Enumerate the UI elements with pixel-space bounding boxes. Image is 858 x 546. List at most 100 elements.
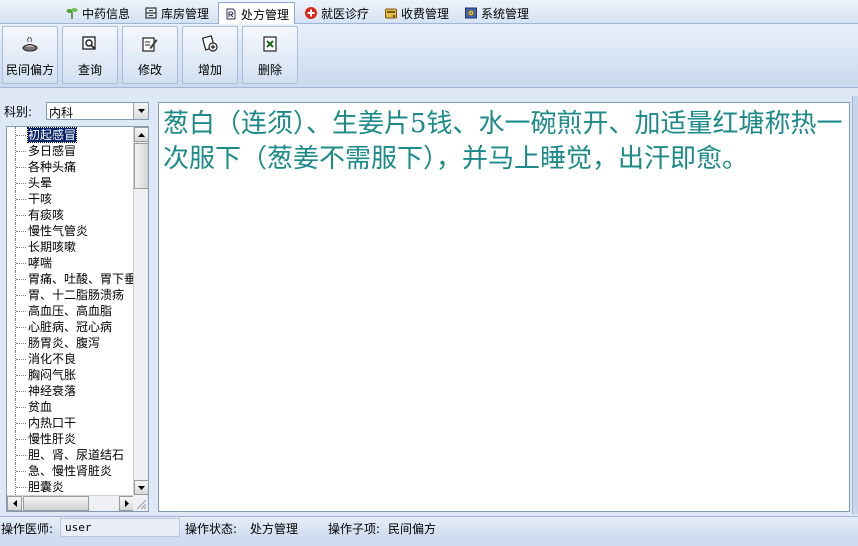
tree-item-label: 慢性气管炎 (28, 224, 89, 238)
tree-item[interactable]: 肠胃炎、腹泻 (7, 335, 134, 351)
warehouse-icon (145, 7, 157, 19)
toolbar: 民间偏方 查询 修改 增加 删除 (0, 24, 858, 88)
tab-label: 库房管理 (161, 6, 210, 21)
tree-item[interactable]: 内热口干 (7, 415, 134, 431)
tree-item-label: 急、慢性肾脏炎 (28, 464, 113, 478)
category-tree: 初起感冒 多日感冒各种头痛头晕干咳有痰咳慢性气管炎长期咳嗽 哮喘 胃痛、吐酸、胃下垂胃… (6, 126, 149, 512)
tab-warehouse[interactable]: 库房管理 (139, 2, 214, 24)
state-value: 处方管理 (250, 522, 299, 536)
vertical-scroll-thumb[interactable] (134, 143, 148, 189)
button-label: 删除 (257, 63, 282, 77)
button-label: 修改 (137, 63, 162, 77)
edit-icon (142, 37, 158, 52)
category-row: 科别: 内科 (4, 102, 150, 120)
scroll-left-button[interactable] (7, 496, 22, 511)
prescription-content[interactable]: 葱白（连须）、生姜片5钱、水一碗煎开、加适量红塘称热一次服下（葱姜不需服下），并… (158, 102, 850, 512)
tree-item[interactable]: 有痰咳 (7, 207, 134, 223)
tree-item[interactable]: 贫血 (7, 399, 134, 415)
menu-bar: 中药信息 库房管理 处方管理 就医诊疗 收费管理 系统管理 (0, 0, 858, 25)
button-label: 增加 (197, 63, 222, 77)
dropdown-button[interactable] (133, 103, 148, 119)
tree-item-label: 干咳 (28, 192, 53, 206)
tab-herb-info[interactable]: 中药信息 (60, 2, 135, 24)
subitem-value: 民间偏方 (388, 522, 437, 536)
tree-item-label: 心脏病、冠心病 (28, 320, 113, 334)
tab-label: 处方管理 (241, 7, 290, 22)
tab-label: 收费管理 (401, 6, 450, 21)
search-icon (82, 36, 96, 50)
folk-remedy-button[interactable]: 民间偏方 (2, 26, 58, 84)
arrow-left-icon (12, 500, 17, 507)
delete-button[interactable]: 删除 (242, 26, 298, 84)
tree-item-label: 有痰咳 (28, 208, 65, 222)
tree-list: 初起感冒 多日感冒各种头痛头晕干咳有痰咳慢性气管炎长期咳嗽 哮喘 胃痛、吐酸、胃下垂胃… (7, 127, 134, 495)
doctor-value: user (65, 521, 92, 534)
prescription-icon (226, 8, 236, 20)
tree-item-label: 慢性肝炎 (28, 432, 77, 446)
add-button[interactable]: 增加 (182, 26, 238, 84)
tree-item[interactable]: 胆、肾、尿道结石 (7, 447, 134, 463)
tree-item-label: 胃、十二脂肠溃疡 (28, 288, 125, 302)
category-value: 内科 (49, 106, 74, 120)
left-panel: 科别: 内科 初起感冒 多日感冒各种头痛头晕干咳有痰咳慢性气管炎长期咳嗽 哮喘 胃痛、… (0, 96, 153, 514)
herb-icon (66, 8, 78, 19)
subitem-label: 操作子项: (328, 522, 381, 536)
tab-prescription[interactable]: 处方管理 (218, 2, 296, 25)
tree-item[interactable]: 干咳 (7, 191, 134, 207)
tab-billing[interactable]: 收费管理 (379, 2, 454, 24)
tree-item-label: 头晕 (28, 176, 53, 190)
edit-button[interactable]: 修改 (122, 26, 178, 84)
tab-label: 系统管理 (481, 6, 530, 21)
tree-item-label: 多日感冒 (28, 144, 77, 158)
tab-label: 就医诊疗 (321, 6, 370, 21)
tree-item-label: 高血压、高血脂 (28, 304, 113, 318)
tree-item[interactable]: 慢性气管炎 (7, 223, 134, 239)
button-label: 民间偏方 (5, 63, 54, 77)
tree-item[interactable]: 慢性肝炎 (7, 431, 134, 447)
tree-item-label: 各种头痛 (28, 160, 77, 174)
tree-item[interactable]: 高血压、高血脂 (7, 303, 134, 319)
status-bar-bottom (0, 538, 858, 546)
tree-item[interactable]: 头晕 (7, 175, 134, 191)
arrow-up-icon (138, 132, 145, 137)
tab-label: 中药信息 (82, 6, 131, 21)
tree-item-label: 胆、肾、尿道结石 (28, 448, 125, 462)
tree-item[interactable]: 多日感冒 (7, 143, 134, 159)
state-label: 操作状态: (185, 522, 238, 536)
resize-grip[interactable] (133, 495, 148, 511)
arrow-down-icon (138, 485, 145, 490)
category-select[interactable]: 内科 (46, 102, 149, 120)
doctor-field: user (60, 518, 180, 537)
tree-item[interactable]: 胃痛、吐酸、胃下垂 (7, 271, 134, 287)
tab-system[interactable]: 系统管理 (459, 2, 534, 24)
prescription-text: 葱白（连须）、生姜片5钱、水一碗煎开、加适量红塘称热一次服下（葱姜不需服下），并… (163, 109, 843, 174)
tree-item[interactable]: 消化不良 (7, 351, 134, 367)
tree-item[interactable]: 胃、十二脂肠溃疡 (7, 287, 134, 303)
search-button[interactable]: 查询 (62, 26, 118, 84)
arrow-right-icon (124, 500, 129, 507)
delete-icon (263, 36, 277, 52)
tab-medical-treatment[interactable]: 就医诊疗 (299, 2, 374, 24)
horizontal-scrollbar[interactable] (7, 495, 134, 511)
tree-item[interactable]: 胆囊炎 (7, 479, 134, 495)
tree-item[interactable]: 各种头痛 (7, 159, 134, 175)
settings-icon (465, 7, 477, 19)
tree-item[interactable]: 心脏病、冠心病 (7, 319, 134, 335)
vertical-scrollbar[interactable] (133, 127, 148, 495)
tree-item-label: 初起感冒 (26, 127, 78, 143)
tree-item[interactable]: 神经衰落 (7, 383, 134, 399)
tree-item[interactable]: 胸闷气胀 (7, 367, 134, 383)
right-splitter (852, 96, 858, 514)
tree-item[interactable]: 哮喘 (7, 255, 134, 271)
tree-item[interactable]: 急、慢性肾脏炎 (7, 463, 134, 479)
tree-item[interactable]: 初起感冒 (7, 127, 134, 143)
scroll-down-button[interactable] (134, 480, 148, 495)
tree-item-label: 内热口干 (28, 416, 77, 430)
tree-item[interactable]: 长期咳嗽 (7, 239, 134, 255)
tree-item-label: 长期咳嗽 (28, 240, 77, 254)
category-label: 科别: (4, 104, 33, 119)
horizontal-scroll-thumb[interactable] (23, 496, 89, 511)
scroll-right-button[interactable] (119, 496, 134, 511)
tree-item-label: 神经衰落 (28, 384, 77, 398)
scroll-up-button[interactable] (134, 127, 148, 142)
